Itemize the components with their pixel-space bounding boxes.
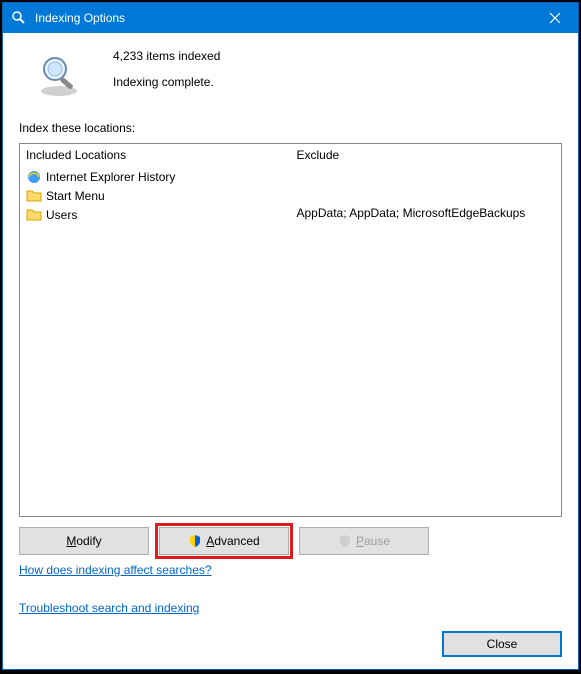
titlebar: Indexing Options: [3, 3, 578, 33]
location-label: Internet Explorer History: [46, 170, 175, 184]
folder-icon: [26, 207, 42, 223]
exclude-value: [297, 187, 556, 205]
exclude-header: Exclude: [297, 148, 556, 162]
window-title: Indexing Options: [35, 11, 532, 25]
close-button[interactable]: Close: [442, 631, 562, 657]
folder-icon: [26, 188, 42, 204]
magnifier-icon: [35, 51, 83, 99]
exclude-value: [297, 168, 556, 186]
indexing-state: Indexing complete.: [113, 75, 220, 89]
footer: Close: [19, 631, 562, 657]
shield-icon: [188, 534, 202, 548]
list-item[interactable]: Internet Explorer History: [26, 168, 285, 186]
close-window-button[interactable]: [532, 3, 578, 33]
content-area: 4,233 items indexed Indexing complete. I…: [3, 33, 578, 669]
list-item[interactable]: Start Menu: [26, 187, 285, 205]
locations-label: Index these locations:: [19, 121, 562, 135]
location-label: Users: [46, 208, 77, 222]
locations-list[interactable]: Included Locations Internet Explorer His…: [19, 143, 562, 517]
button-row: Modify Advanced Pause: [19, 527, 562, 555]
troubleshoot-link[interactable]: Troubleshoot search and indexing: [19, 601, 562, 615]
included-column: Included Locations Internet Explorer His…: [20, 144, 291, 516]
location-label: Start Menu: [46, 189, 105, 203]
modify-button[interactable]: Modify: [19, 527, 149, 555]
status-text: 4,233 items indexed Indexing complete.: [113, 47, 220, 89]
indexing-options-window: Indexing Options 4,233 items indexed Ind…: [2, 2, 579, 670]
status-row: 4,233 items indexed Indexing complete.: [19, 47, 562, 99]
shield-icon: [338, 534, 352, 548]
exclude-value: AppData; AppData; MicrosoftEdgeBackups: [297, 206, 556, 224]
items-indexed-count: 4,233 items indexed: [113, 49, 220, 63]
exclude-column: Exclude AppData; AppData; MicrosoftEdgeB…: [291, 144, 562, 516]
included-header: Included Locations: [26, 148, 285, 162]
advanced-button[interactable]: Advanced: [159, 527, 289, 555]
ie-icon: [26, 169, 42, 185]
pause-button: Pause: [299, 527, 429, 555]
indexing-icon: [11, 10, 27, 26]
list-item[interactable]: Users: [26, 206, 285, 224]
how-indexing-link[interactable]: How does indexing affect searches?: [19, 563, 562, 577]
